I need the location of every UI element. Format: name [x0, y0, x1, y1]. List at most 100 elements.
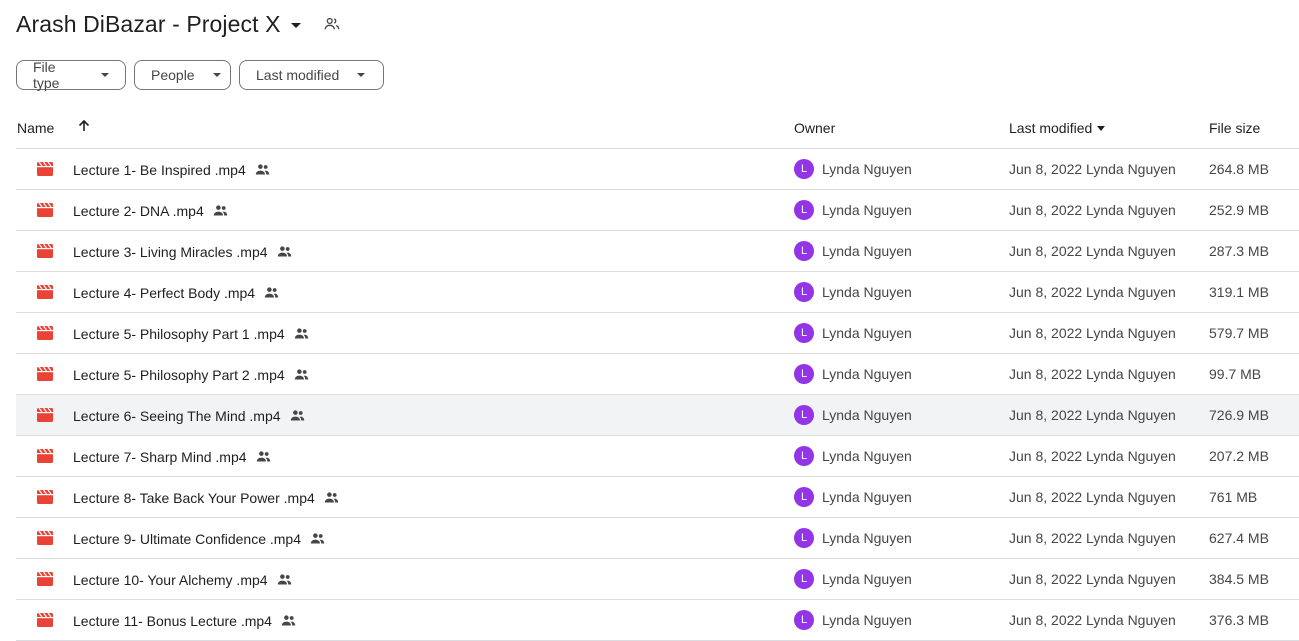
shared-icon	[293, 325, 310, 342]
video-file-icon	[37, 243, 53, 261]
shared-icon	[263, 284, 280, 301]
owner-cell: L Lynda Nguyen	[794, 446, 912, 466]
arrow-up-icon[interactable]	[76, 118, 92, 137]
file-name: Lecture 2- DNA .mp4	[73, 202, 204, 219]
table-row[interactable]: Lecture 5- Philosophy Part 2 .mp4 L Lynd…	[16, 354, 1299, 395]
people-filter-label: People	[151, 67, 195, 83]
owner-cell: L Lynda Nguyen	[794, 610, 912, 630]
file-name-cell: Lecture 4- Perfect Body .mp4	[73, 284, 280, 301]
avatar[interactable]: L	[794, 241, 814, 261]
avatar[interactable]: L	[794, 446, 814, 466]
shared-icon	[293, 366, 310, 383]
avatar[interactable]: L	[794, 323, 814, 343]
file-name: Lecture 6- Seeing The Mind .mp4	[73, 407, 281, 424]
avatar[interactable]: L	[794, 282, 814, 302]
avatar[interactable]: L	[794, 487, 814, 507]
owner-cell: L Lynda Nguyen	[794, 487, 912, 507]
table-row[interactable]: Lecture 2- DNA .mp4 L Lynda Nguyen Jun 8…	[16, 190, 1299, 231]
owner-name: Lynda Nguyen	[822, 407, 912, 423]
file-name-cell: Lecture 9- Ultimate Confidence .mp4	[73, 530, 326, 547]
table-row[interactable]: Lecture 1- Be Inspired .mp4 L Lynda Nguy…	[16, 149, 1299, 190]
column-last-modified[interactable]: Last modified	[1009, 120, 1106, 136]
table-row[interactable]: Lecture 9- Ultimate Confidence .mp4 L Ly…	[16, 518, 1299, 559]
column-owner[interactable]: Owner	[794, 120, 835, 136]
chevron-down-icon[interactable]	[290, 22, 301, 28]
avatar[interactable]: L	[794, 200, 814, 220]
owner-name: Lynda Nguyen	[822, 202, 912, 218]
avatar[interactable]: L	[794, 405, 814, 425]
table-row[interactable]: Lecture 4- Perfect Body .mp4 L Lynda Ngu…	[16, 272, 1299, 313]
video-file-icon	[37, 161, 53, 179]
file-name: Lecture 7- Sharp Mind .mp4	[73, 448, 247, 465]
file-size-cell: 726.9 MB	[1209, 407, 1269, 423]
last-modified-filter[interactable]: Last modified	[239, 60, 384, 90]
file-name: Lecture 11- Bonus Lecture .mp4	[73, 612, 272, 629]
file-name-cell: Lecture 5- Philosophy Part 1 .mp4	[73, 325, 310, 342]
folder-title[interactable]: Arash DiBazar - Project X	[16, 11, 281, 38]
table-row[interactable]: Lecture 3- Living Miracles .mp4 L Lynda …	[16, 231, 1299, 272]
table-row[interactable]: Lecture 8- Take Back Your Power .mp4 L L…	[16, 477, 1299, 518]
table-row[interactable]: Lecture 10- Your Alchemy .mp4 L Lynda Ng…	[16, 559, 1299, 600]
last-modified-cell: Jun 8, 2022 Lynda Nguyen	[1009, 489, 1176, 505]
avatar[interactable]: L	[794, 159, 814, 179]
people-icon[interactable]	[323, 15, 341, 33]
column-name[interactable]: Name	[17, 120, 54, 136]
last-modified-cell: Jun 8, 2022 Lynda Nguyen	[1009, 366, 1176, 382]
file-size-cell: 287.3 MB	[1209, 243, 1269, 259]
shared-icon	[289, 407, 306, 424]
video-file-icon	[37, 612, 53, 630]
avatar[interactable]: L	[794, 364, 814, 384]
owner-cell: L Lynda Nguyen	[794, 323, 912, 343]
file-name: Lecture 4- Perfect Body .mp4	[73, 284, 256, 301]
file-name: Lecture 5- Philosophy Part 2 .mp4	[73, 366, 285, 383]
table-row[interactable]: Lecture 11- Bonus Lecture .mp4 L Lynda N…	[16, 600, 1299, 641]
people-filter[interactable]: People	[134, 60, 231, 90]
owner-cell: L Lynda Nguyen	[794, 159, 912, 179]
shared-icon	[254, 161, 271, 178]
file-size-cell: 761 MB	[1209, 489, 1258, 505]
file-size-cell: 319.1 MB	[1209, 284, 1269, 300]
video-file-icon	[37, 530, 53, 548]
caret-down-icon	[212, 73, 221, 77]
table-row[interactable]: Lecture 6- Seeing The Mind .mp4 L Lynda …	[16, 395, 1299, 436]
file-size-cell: 627.4 MB	[1209, 530, 1269, 546]
file-size-cell: 376.3 MB	[1209, 612, 1269, 628]
file-size-cell: 579.7 MB	[1209, 325, 1269, 341]
video-file-icon	[37, 325, 53, 343]
last-modified-cell: Jun 8, 2022 Lynda Nguyen	[1009, 448, 1176, 464]
video-file-icon	[37, 489, 53, 507]
video-file-icon	[37, 571, 53, 589]
table-row[interactable]: Lecture 5- Philosophy Part 1 .mp4 L Lynd…	[16, 313, 1299, 354]
caret-down-icon	[101, 73, 109, 77]
file-name-cell: Lecture 1- Be Inspired .mp4	[73, 161, 271, 178]
last-modified-cell: Jun 8, 2022 Lynda Nguyen	[1009, 530, 1176, 546]
last-modified-cell: Jun 8, 2022 Lynda Nguyen	[1009, 571, 1176, 587]
table-row[interactable]: Lecture 7- Sharp Mind .mp4 L Lynda Nguye…	[16, 436, 1299, 477]
file-size-cell: 99.7 MB	[1209, 366, 1262, 382]
owner-name: Lynda Nguyen	[822, 448, 912, 464]
owner-cell: L Lynda Nguyen	[794, 569, 912, 589]
avatar[interactable]: L	[794, 528, 814, 548]
file-name-cell: Lecture 5- Philosophy Part 2 .mp4	[73, 366, 310, 383]
file-name-cell: Lecture 3- Living Miracles .mp4	[73, 243, 293, 260]
avatar[interactable]: L	[794, 610, 814, 630]
shared-icon	[276, 571, 293, 588]
owner-name: Lynda Nguyen	[822, 284, 912, 300]
owner-cell: L Lynda Nguyen	[794, 282, 912, 302]
avatar[interactable]: L	[794, 569, 814, 589]
last-modified-cell: Jun 8, 2022 Lynda Nguyen	[1009, 243, 1176, 259]
owner-name: Lynda Nguyen	[822, 571, 912, 587]
owner-name: Lynda Nguyen	[822, 489, 912, 505]
last-modified-cell: Jun 8, 2022 Lynda Nguyen	[1009, 284, 1176, 300]
file-name: Lecture 8- Take Back Your Power .mp4	[73, 489, 315, 506]
file-name: Lecture 3- Living Miracles .mp4	[73, 243, 268, 260]
last-modified-cell: Jun 8, 2022 Lynda Nguyen	[1009, 161, 1176, 177]
owner-name: Lynda Nguyen	[822, 612, 912, 628]
file-type-filter[interactable]: File type	[16, 59, 126, 91]
column-file-size[interactable]: File size	[1209, 120, 1260, 136]
shared-icon	[323, 489, 340, 506]
caret-down-icon	[1097, 126, 1106, 131]
table-body: Lecture 1- Be Inspired .mp4 L Lynda Nguy…	[16, 149, 1299, 641]
owner-cell: L Lynda Nguyen	[794, 364, 912, 384]
file-size-cell: 207.2 MB	[1209, 448, 1269, 464]
